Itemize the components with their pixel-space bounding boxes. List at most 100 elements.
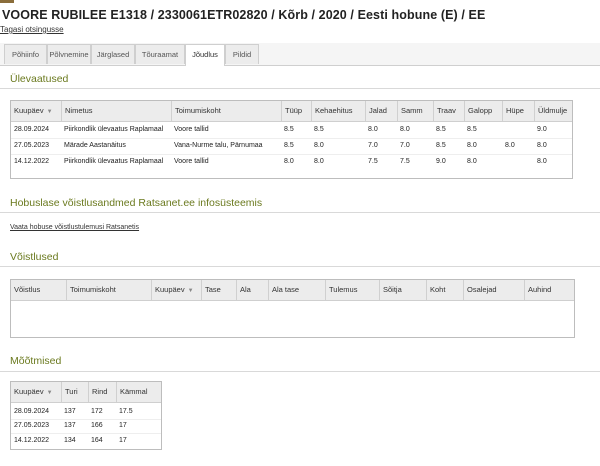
cell-legs: 7.0 [368,142,378,149]
column-header-type[interactable]: Tüüp [281,101,311,121]
cell-type: 8.5 [284,142,294,149]
column-header-gallop[interactable]: Galopp [464,101,502,121]
sort-arrow-icon: ▼ [46,109,53,115]
measurements-table-header: Kuupäev ▼ Turi Rind Kämmal [11,382,161,403]
cell-location: Vana-Nurme talu, Pärnumaa [174,142,263,149]
competitions-table-header: Võistlus Toimumiskoht Kuupäev ▼ Tase Ala … [11,280,574,301]
cell-name: Piirkondlik ülevaatus Raplamaal [64,158,164,165]
cell-walk: 8.0 [400,126,410,133]
cell-jump [502,123,534,137]
section-divider [0,266,600,267]
cell-chest: 164 [91,437,103,444]
cell-build: 8.0 [314,158,324,165]
cell-overall: 9.0 [537,126,547,133]
column-header-walk[interactable]: Samm [397,101,433,121]
sort-arrow-icon: ▼ [187,288,194,294]
cell-build: 8.5 [314,126,324,133]
cell-date: 27.05.2023 [14,422,50,429]
section-title-measurements: Mõõtmised [10,355,62,367]
cell-gallop: 8.0 [467,142,477,149]
cell-name: Märade Aastanäitus [64,142,126,149]
cell-jump [502,155,534,169]
competitions-table: Võistlus Toimumiskoht Kuupäev ▼ Tase Ala … [10,279,575,338]
column-header-withers[interactable]: Turi [61,382,88,402]
column-header-result[interactable]: Tulemus [325,280,379,300]
page-title: VOORE RUBILEE E1318 / 2330061ETR02820 / … [2,8,486,22]
cell-trot: 8.5 [436,142,446,149]
column-header-name[interactable]: Nimetus [61,101,171,121]
tab-pohiinfo[interactable]: Põhiinfo [4,44,47,64]
column-header-label: Kuupäev [14,106,44,115]
tab-polvnemine[interactable]: Põlvnemine [47,44,91,64]
cell-type: 8.5 [284,126,294,133]
cell-date: 27.05.2023 [14,142,50,149]
cell-cannon: 17 [119,437,127,444]
cell-gallop: 8.0 [467,158,477,165]
column-header-trot[interactable]: Traav [433,101,464,121]
cell-type: 8.0 [284,158,294,165]
cell-location: Voore tallid [174,158,209,165]
cell-chest: 166 [91,422,103,429]
cell-trot: 9.0 [436,158,446,165]
cell-legs: 8.0 [368,126,378,133]
tab-pildid[interactable]: Pildid [225,44,259,64]
column-header-competition[interactable]: Võistlus [11,280,66,300]
column-header-date[interactable]: Kuupäev ▼ [11,382,61,402]
cell-cannon: 17 [119,422,127,429]
cell-name: Piirkondlik ülevaatus Raplamaal [64,126,164,133]
cell-date: 28.09.2024 [14,126,50,133]
section-divider [0,371,600,372]
column-header-date[interactable]: Kuupäev ▼ [151,280,201,300]
ratsanet-results-link[interactable]: Vaata hobuse võistlustulemusi Ratsanetis [10,224,139,231]
measurements-table: Kuupäev ▼ Turi Rind Kämmal 28.09.2024 137… [10,381,162,450]
overview-table: Kuupäev ▼ Nimetus Toimumiskoht Tüüp Kehae… [10,100,573,179]
column-header-discipline[interactable]: Ala [236,280,268,300]
overview-table-header: Kuupäev ▼ Nimetus Toimumiskoht Tüüp Kehae… [11,101,572,122]
tab-jarglased[interactable]: Järglased [91,44,135,64]
cell-date: 14.12.2022 [14,437,50,444]
column-header-rider[interactable]: Sõitja [379,280,426,300]
section-title-competitions: Võistlused [10,251,59,263]
sort-arrow-icon: ▼ [46,390,53,396]
column-header-build[interactable]: Kehaehitus [311,101,365,121]
back-to-search-link[interactable]: Tagasi otsingusse [0,25,64,34]
tab-bar: Põhiinfo Põlvnemine Järglased Tõuraamat … [0,43,600,66]
cell-location: Voore tallid [174,126,209,133]
tab-joudlus[interactable]: Jõudlus [185,44,225,66]
column-header-prize[interactable]: Auhind [524,280,574,300]
cell-withers: 134 [64,437,76,444]
column-header-chest[interactable]: Rind [88,382,116,402]
column-header-level[interactable]: Tase [201,280,236,300]
column-header-participants[interactable]: Osalejad [463,280,524,300]
cell-cannon: 17.5 [119,408,133,415]
column-header-place[interactable]: Koht [426,280,463,300]
section-title-ratsanet: Hobuslase võistlusandmed Ratsanet.ee inf… [10,197,263,209]
section-divider [0,212,600,213]
section-divider [0,88,600,89]
cell-withers: 137 [64,422,76,429]
column-header-cannon[interactable]: Kämmal [116,382,161,402]
page-header: VOORE RUBILEE E1318 / 2330061ETR02820 / … [0,0,600,44]
column-header-location[interactable]: Toimumiskoht [171,101,281,121]
cell-jump: 8.0 [505,142,515,149]
column-header-date[interactable]: Kuupäev ▼ [11,101,61,121]
tab-touraamat[interactable]: Tõuraamat [135,44,185,64]
cell-build: 8.0 [314,142,324,149]
column-header-location[interactable]: Toimumiskoht [66,280,151,300]
cell-withers: 137 [64,408,76,415]
column-header-legs[interactable]: Jalad [365,101,397,121]
cell-legs: 7.5 [368,158,378,165]
cell-walk: 7.0 [400,142,410,149]
cell-date: 28.09.2024 [14,408,50,415]
column-header-label: Kuupäev [155,285,185,294]
column-header-jump[interactable]: Hüpe [502,101,534,121]
cell-gallop: 8.5 [467,126,477,133]
column-header-label: Kuupäev [14,387,44,396]
cell-trot: 8.5 [436,126,446,133]
cell-date: 14.12.2022 [14,158,50,165]
cell-overall: 8.0 [537,158,547,165]
cell-walk: 7.5 [400,158,410,165]
column-header-discipline-level[interactable]: Ala tase [268,280,325,300]
cell-overall: 8.0 [537,142,547,149]
column-header-overall[interactable]: Üldmulje [534,101,572,121]
